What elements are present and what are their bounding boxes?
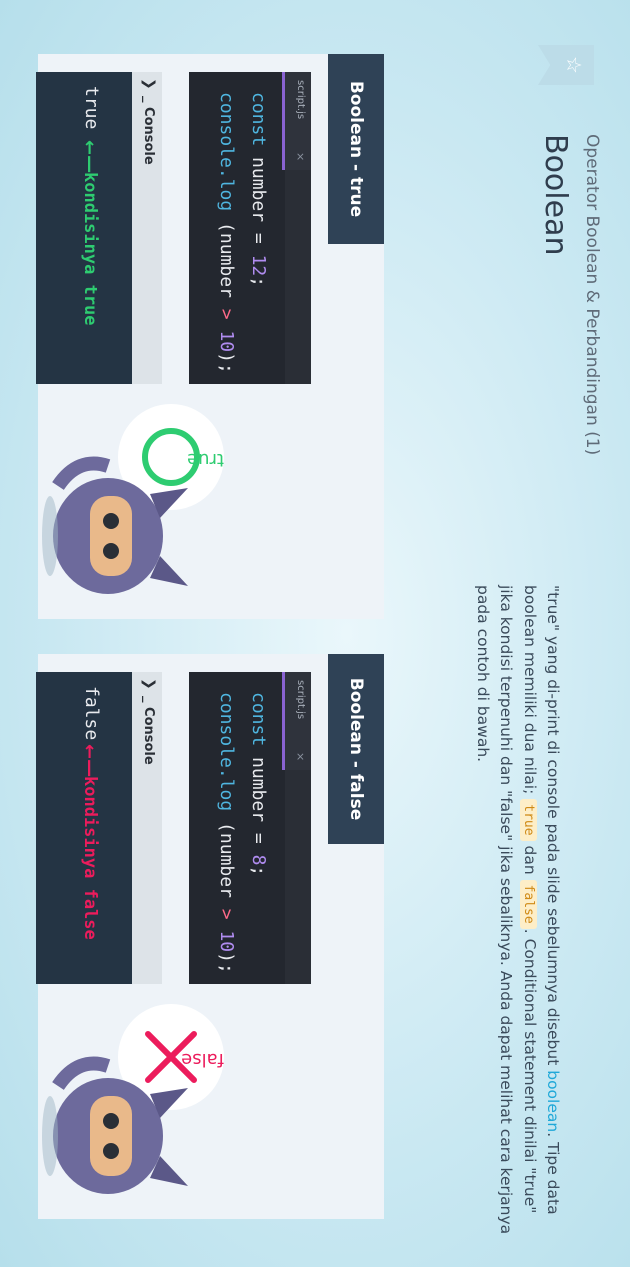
true-chip: true [520,799,537,841]
page-subtitle: Operator Boolean & Perbandingan (1) [582,134,602,456]
slide: ☆ Operator Boolean & Perbandingan (1) Bo… [0,0,630,1267]
editor-tab[interactable]: script.js × [282,72,311,170]
code-line-2: console.log (number > 10); [216,692,237,974]
console-panel: ❯ _ Console true ←— kondisinya true [36,72,162,384]
code-editor: script.js × const number = 12; console.l… [189,72,311,384]
arrow-icon: ←— [79,140,100,174]
editor-tab[interactable]: script.js × [282,672,311,770]
panel-title: Boolean - false [328,654,384,844]
example-panel-false: Boolean - false script.js × const number… [36,654,384,1219]
editor-tab-strip [285,170,311,384]
description-text: "true" yang di-print di console pada sli… [474,585,562,1235]
panel-title: Boolean - true [328,54,384,244]
boolean-keyword: boolean [544,1070,562,1133]
condition-note: kondisinya false [80,776,100,940]
console-value: true [81,86,102,130]
editor-tab-strip [285,770,311,984]
false-chip: false [520,879,537,929]
arrow-icon: ←— [79,744,100,778]
ninja-mascot-icon [42,456,188,594]
ninja-mascot-icon [42,1056,188,1194]
console-output: false ←— kondisinya false [36,672,132,984]
console-label: _ Console [141,696,156,765]
code-line-1: const number = 8; [248,692,269,877]
page-title: Boolean [538,134,573,256]
file-name: script.js [295,80,306,120]
example-panel-true: Boolean - true script.js × const number … [36,54,384,619]
code-line-2: console.log (number > 10); [216,92,237,374]
code-editor: script.js × const number = 8; console.lo… [189,672,311,984]
console-label: _ Console [141,96,156,165]
file-name: script.js [295,680,306,720]
condition-note: kondisinya true [80,172,100,326]
bookmark-badge: ☆ [538,45,594,85]
console-panel: ❯ _ Console false ←— kondisinya false [36,672,162,984]
console-value: false [81,686,102,741]
code-line-1: const number = 12; [248,92,269,288]
console-header: ❯ _ Console [132,72,162,384]
terminal-icon: ❯ [141,678,157,690]
star-icon: ☆ [562,56,586,74]
console-header: ❯ _ Console [132,672,162,984]
console-output: true ←— kondisinya true [36,72,132,384]
terminal-icon: ❯ [141,78,157,90]
close-icon[interactable]: × [294,152,307,161]
close-icon[interactable]: × [294,752,307,761]
